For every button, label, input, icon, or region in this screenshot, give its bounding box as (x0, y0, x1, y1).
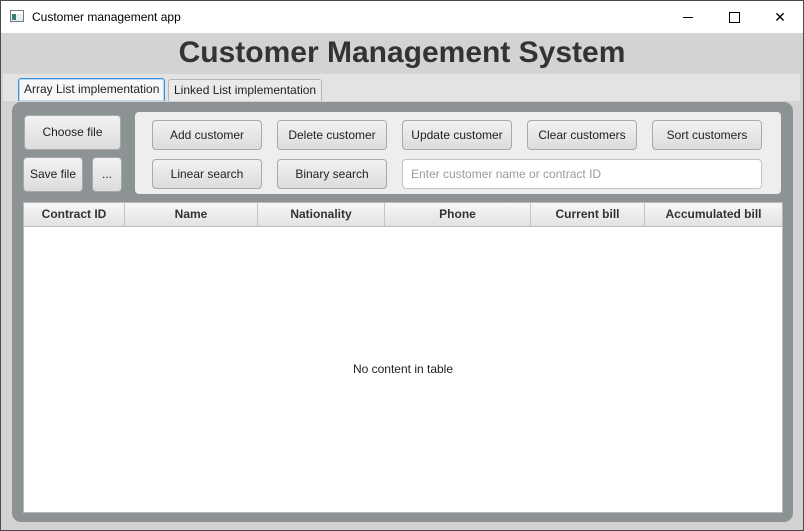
empty-table-message: No content in table (352, 362, 454, 376)
column-header-current-bill[interactable]: Current bill (531, 203, 645, 226)
customer-table[interactable]: Contract ID Name Nationality Phone Curre… (23, 202, 783, 513)
maximize-button[interactable] (711, 1, 757, 33)
title-bar[interactable]: Customer management app ✕ (1, 1, 803, 33)
close-button[interactable]: ✕ (757, 1, 803, 33)
tab-bar: Array List implementation Linked List im… (3, 74, 800, 101)
add-customer-button[interactable]: Add customer (152, 120, 262, 150)
app-icon (10, 10, 24, 22)
linear-search-button[interactable]: Linear search (152, 159, 262, 189)
minimize-button[interactable] (665, 1, 711, 33)
browse-more-button[interactable]: ... (92, 157, 122, 192)
maximize-icon (728, 11, 740, 23)
delete-customer-button[interactable]: Delete customer (277, 120, 387, 150)
table-header: Contract ID Name Nationality Phone Curre… (24, 203, 782, 227)
close-icon: ✕ (774, 8, 786, 25)
tab-content-panel: Choose file Save file ... Add customer D… (12, 102, 793, 522)
column-header-phone[interactable]: Phone (385, 203, 531, 226)
save-file-button[interactable]: Save file (23, 157, 83, 192)
tab-linked-list[interactable]: Linked List implementation (168, 79, 323, 101)
search-input[interactable] (402, 159, 762, 189)
action-toolbar: Add customer Delete customer Update cust… (135, 112, 781, 194)
page-title: Customer Management System (178, 36, 626, 69)
sort-customers-button[interactable]: Sort customers (652, 120, 762, 150)
column-header-nationality[interactable]: Nationality (258, 203, 385, 226)
minimize-icon (683, 16, 693, 18)
column-header-name[interactable]: Name (125, 203, 258, 226)
tab-array-list[interactable]: Array List implementation (18, 78, 166, 101)
window-title: Customer management app (32, 10, 181, 24)
app-window: Customer management app ✕ Customer Manag… (0, 0, 804, 531)
update-customer-button[interactable]: Update customer (402, 120, 512, 150)
binary-search-button[interactable]: Binary search (277, 159, 387, 189)
clear-customers-button[interactable]: Clear customers (527, 120, 637, 150)
choose-file-button[interactable]: Choose file (24, 115, 121, 150)
column-header-contract-id[interactable]: Contract ID (24, 203, 125, 226)
column-header-accumulated-bill[interactable]: Accumulated bill (645, 203, 782, 226)
